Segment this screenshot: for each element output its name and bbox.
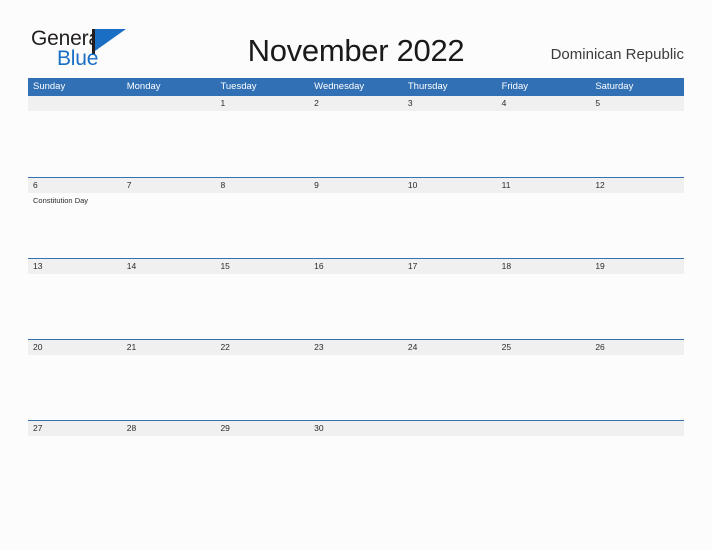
day-cell[interactable]: 10 xyxy=(403,178,497,259)
day-cell[interactable]: 27 xyxy=(28,421,122,502)
day-cell[interactable]: 15 xyxy=(215,259,309,340)
day-cell[interactable] xyxy=(28,96,122,177)
weekday-header-wednesday: Wednesday xyxy=(314,81,365,92)
day-cell[interactable]: 22 xyxy=(215,340,309,421)
day-cell[interactable]: 5 xyxy=(590,96,684,177)
day-number: 23 xyxy=(314,342,324,352)
day-cell[interactable]: 24 xyxy=(403,340,497,421)
weekday-header-thursday: Thursday xyxy=(407,81,448,92)
day-cell[interactable]: 7 xyxy=(122,178,216,259)
day-number: 12 xyxy=(595,180,605,190)
day-cell[interactable]: 8 xyxy=(215,178,309,259)
page-header: General Blue November 2022 Dominican Rep… xyxy=(0,0,712,78)
day-number: 11 xyxy=(501,180,511,190)
day-cell[interactable]: 28 xyxy=(122,421,216,502)
day-number: 8 xyxy=(220,180,226,190)
event-label: Constitution Day xyxy=(33,196,89,205)
day-number: 4 xyxy=(501,98,507,108)
day-number: 28 xyxy=(126,423,137,433)
day-number: 6 xyxy=(33,180,38,190)
day-number: 30 xyxy=(314,423,324,433)
day-number: 19 xyxy=(595,261,605,271)
weekday-header-tuesday: Tuesday xyxy=(220,81,257,92)
week-row: 27 28 29 30 xyxy=(28,420,684,501)
day-cell[interactable]: 20 xyxy=(28,340,122,421)
day-cell[interactable] xyxy=(497,421,591,502)
day-cell[interactable]: 3 xyxy=(403,96,497,177)
day-cell[interactable]: 25 xyxy=(497,340,591,421)
day-cell[interactable]: 14 xyxy=(122,259,216,340)
weekday-header-friday: Friday xyxy=(501,81,528,92)
day-number: 22 xyxy=(220,342,230,352)
day-number: 3 xyxy=(407,98,413,108)
day-cell[interactable]: 16 xyxy=(309,259,403,340)
day-number: 16 xyxy=(314,261,324,271)
week-row: 20 21 22 23 24 25 26 xyxy=(28,339,684,420)
day-number: 21 xyxy=(126,342,137,352)
weekday-header-row: Sunday Monday Tuesday Wednesday Thursday… xyxy=(28,78,684,96)
day-number: 13 xyxy=(33,261,43,271)
week-row: 13 14 15 16 17 18 19 xyxy=(28,258,684,339)
day-cell[interactable] xyxy=(590,421,684,502)
weekday-header-sunday: Sunday xyxy=(33,81,66,92)
day-cell[interactable]: 6 Constitution Day xyxy=(28,178,122,259)
calendar-locale-label: Dominican Republic xyxy=(550,46,684,63)
day-number: 2 xyxy=(314,98,319,108)
day-cell[interactable]: 26 xyxy=(590,340,684,421)
weekday-header-monday: Monday xyxy=(126,81,161,92)
day-number: 10 xyxy=(407,180,418,190)
week-row: 6 Constitution Day 7 8 9 10 11 12 xyxy=(28,177,684,258)
day-cell[interactable]: 23 xyxy=(309,340,403,421)
day-events: Constitution Day xyxy=(33,195,120,206)
day-number: 24 xyxy=(407,342,418,352)
day-number: 29 xyxy=(220,423,230,433)
day-number: 5 xyxy=(595,98,601,108)
day-cell[interactable]: 4 xyxy=(497,96,591,177)
day-number: 1 xyxy=(220,98,226,108)
day-cell[interactable]: 11 xyxy=(497,178,591,259)
day-number: 26 xyxy=(595,342,605,352)
day-number: 27 xyxy=(33,423,43,433)
day-cell[interactable]: 30 xyxy=(309,421,403,502)
day-cell[interactable] xyxy=(403,421,497,502)
day-cell[interactable] xyxy=(122,96,216,177)
day-number: 9 xyxy=(314,180,319,190)
day-number: 20 xyxy=(33,342,43,352)
day-cell[interactable]: 29 xyxy=(215,421,309,502)
day-cell[interactable]: 18 xyxy=(497,259,591,340)
calendar-grid: Sunday Monday Tuesday Wednesday Thursday… xyxy=(28,78,684,501)
day-cell[interactable]: 12 xyxy=(590,178,684,259)
weekday-header-saturday: Saturday xyxy=(595,81,634,92)
week-row: 1 2 3 4 5 xyxy=(28,96,684,177)
day-cell[interactable]: 9 xyxy=(309,178,403,259)
day-cell[interactable]: 21 xyxy=(122,340,216,421)
day-number: 18 xyxy=(501,261,512,271)
day-cell[interactable]: 19 xyxy=(590,259,684,340)
day-number: 7 xyxy=(126,180,132,190)
day-cell[interactable]: 13 xyxy=(28,259,122,340)
day-cell[interactable]: 1 xyxy=(215,96,309,177)
day-cell[interactable]: 2 xyxy=(309,96,403,177)
day-number: 15 xyxy=(220,261,230,271)
day-number: 17 xyxy=(407,261,418,271)
day-cell[interactable]: 17 xyxy=(403,259,497,340)
day-number: 14 xyxy=(126,261,137,271)
day-number: 25 xyxy=(501,342,512,352)
